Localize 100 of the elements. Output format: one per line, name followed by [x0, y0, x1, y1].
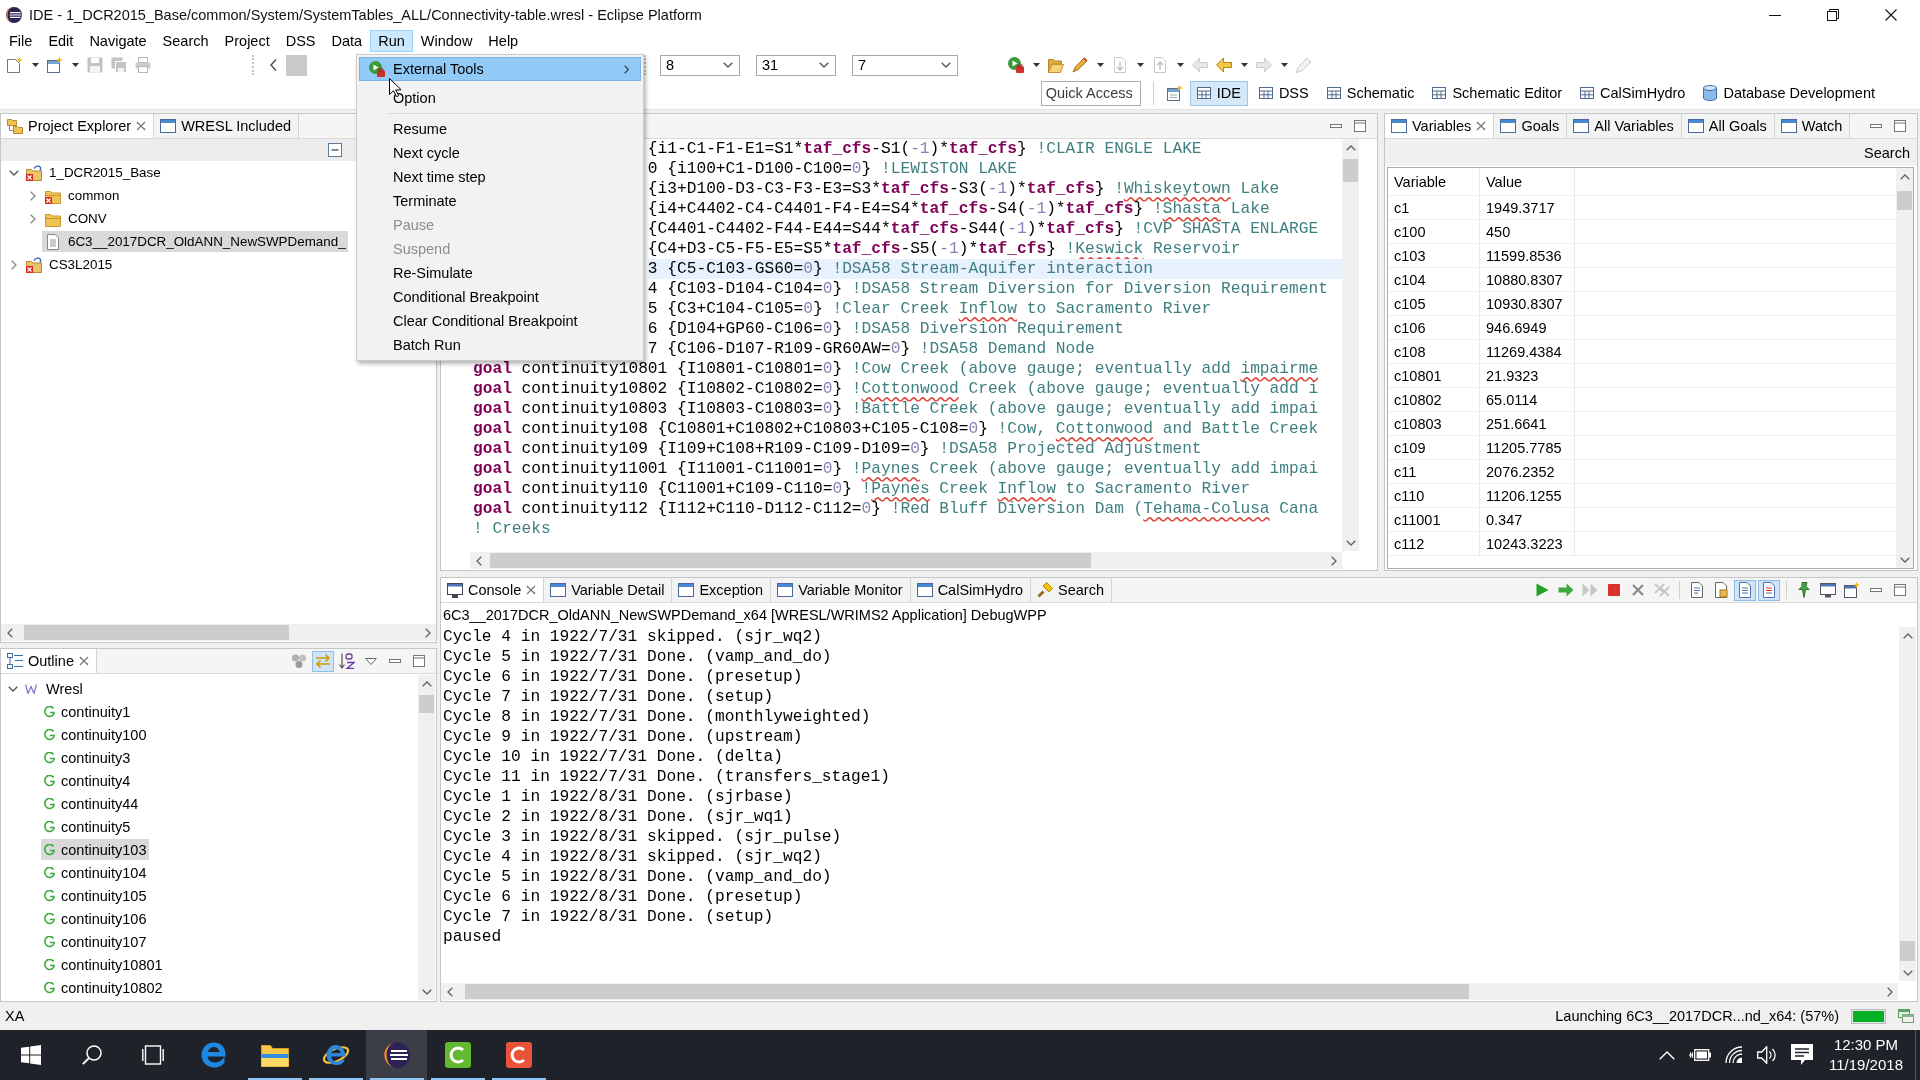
chevron-right-icon[interactable]: [1330, 555, 1337, 566]
tree-item[interactable]: continuity105: [41, 885, 150, 906]
message-icon[interactable]: [1791, 1044, 1814, 1066]
menu-item[interactable]: Data: [323, 30, 371, 52]
search-label[interactable]: Search: [1864, 144, 1910, 161]
tree-item[interactable]: CS3L2015: [23, 254, 115, 275]
wifi-icon[interactable]: [1725, 1046, 1744, 1064]
chevron-down-icon[interactable]: [8, 685, 18, 692]
scrollbar-thumb[interactable]: [24, 625, 290, 640]
scrollbar[interactable]: [1899, 627, 1916, 981]
close-icon[interactable]: [1476, 121, 1487, 131]
maximize-icon[interactable]: [1354, 120, 1366, 132]
menu-item[interactable]: Edit: [40, 30, 82, 52]
menu-item[interactable]: Window: [412, 30, 481, 52]
menu-item[interactable]: File: [1, 30, 41, 52]
chevron-right-icon[interactable]: [30, 190, 36, 201]
chevron-left-icon[interactable]: [475, 555, 482, 566]
perspective-button[interactable]: Schematic: [1319, 80, 1422, 106]
minimize-icon[interactable]: [1330, 124, 1342, 128]
menu-item[interactable]: Search: [154, 30, 217, 52]
scrollbar[interactable]: [470, 552, 1342, 569]
close-icon[interactable]: [78, 656, 89, 666]
scrollbar[interactable]: [1342, 139, 1359, 551]
stacked-windows-icon[interactable]: [1898, 1009, 1914, 1023]
menu-item[interactable]: Terminate: [359, 189, 641, 213]
left-arrow-icon[interactable]: [1216, 57, 1232, 73]
pencil-icon[interactable]: [1072, 57, 1088, 73]
chevron-down-icon[interactable]: [1345, 539, 1356, 546]
menu-item[interactable]: Resume: [359, 117, 641, 141]
clock-date[interactable]: 11/19/2018: [1829, 1055, 1903, 1075]
minimize-icon[interactable]: [1870, 124, 1882, 128]
new-window-icon[interactable]: [1166, 85, 1183, 101]
scrollbar-thumb[interactable]: [419, 694, 434, 713]
menu-item[interactable]: Help: [480, 30, 527, 52]
scrollbar[interactable]: [441, 983, 1898, 1000]
tree-item[interactable]: common: [42, 185, 122, 206]
menu-item[interactable]: Next cycle: [359, 141, 641, 165]
menu-item[interactable]: Navigate: [81, 30, 155, 52]
menu-item[interactable]: Option: [359, 86, 641, 110]
scrollbar[interactable]: [1, 624, 436, 641]
panel-tab[interactable]: Variables: [1385, 114, 1495, 138]
chevron-left-icon[interactable]: [269, 59, 277, 71]
tree-item[interactable]: Wresl: [22, 678, 86, 699]
battery-icon[interactable]: [1689, 1048, 1712, 1062]
chevron-right-icon[interactable]: [424, 627, 431, 638]
tree-item[interactable]: continuity1: [41, 701, 134, 722]
taskbar-button[interactable]: [366, 1030, 427, 1080]
tree-item[interactable]: continuity10802: [41, 977, 166, 998]
close-icon[interactable]: [136, 121, 147, 131]
menu-item[interactable]: Run: [370, 30, 413, 52]
perspective-button[interactable]: Schematic Editor: [1425, 80, 1570, 106]
dropdown[interactable]: 31: [756, 54, 836, 76]
panel-tab[interactable]: Project Explorer: [1, 114, 155, 138]
chevron-down-icon[interactable]: [1902, 969, 1913, 976]
caret-icon[interactable]: [1240, 63, 1248, 67]
menu-item[interactable]: Next time step: [359, 165, 641, 189]
minimize-icon[interactable]: [1870, 588, 1882, 592]
scrollbar-thumb[interactable]: [465, 984, 1470, 999]
maximize-icon[interactable]: [1894, 120, 1906, 132]
tree-item[interactable]: 6C3__2017DCR_OldANN_NewSWPDemand_: [42, 231, 348, 252]
chevron-down-icon[interactable]: [421, 988, 432, 995]
scrollbar[interactable]: [418, 675, 435, 1000]
tree-item[interactable]: continuity44: [41, 793, 142, 814]
perspective-button[interactable]: IDE: [1189, 80, 1248, 106]
caret-icon[interactable]: [31, 63, 39, 67]
tree-item[interactable]: continuity3: [41, 747, 134, 768]
menu-item[interactable]: External Tools: [359, 57, 641, 81]
scrollbar-thumb[interactable]: [1343, 158, 1358, 183]
panel-tab[interactable]: Outline: [1, 649, 97, 673]
folder-icon[interactable]: [1048, 57, 1064, 73]
quick-access-field[interactable]: Quick Access: [1040, 80, 1141, 106]
chevron-down-icon[interactable]: [9, 169, 19, 176]
tree-item[interactable]: continuity100: [41, 724, 150, 745]
caret-icon[interactable]: [1096, 63, 1104, 67]
chevron-right-icon[interactable]: [1886, 986, 1893, 997]
dropdown[interactable]: 7: [852, 54, 958, 76]
column-header[interactable]: Variable: [1388, 168, 1480, 195]
scrollbar[interactable]: [1896, 168, 1913, 568]
maximize-icon[interactable]: [413, 655, 425, 667]
perspective-button[interactable]: Database Development: [1696, 80, 1882, 106]
caret-icon[interactable]: [71, 63, 79, 67]
maximize-icon[interactable]: [1894, 584, 1906, 596]
caret-icon[interactable]: [1032, 63, 1040, 67]
dropdown[interactable]: 8: [660, 54, 740, 76]
view-menu-icon[interactable]: [365, 657, 377, 665]
column-header[interactable]: Value: [1480, 168, 1575, 195]
scrollbar-thumb[interactable]: [1897, 191, 1912, 211]
tree-item[interactable]: 1_DCR2015_Base: [23, 162, 163, 183]
menu-item[interactable]: Clear Conditional Breakpoint: [359, 309, 641, 333]
menu-item[interactable]: DSS: [277, 30, 324, 52]
tree-item[interactable]: continuity5: [41, 816, 134, 837]
new-file-icon[interactable]: [7, 57, 23, 73]
new-window-icon[interactable]: [47, 57, 63, 73]
scrollbar-thumb[interactable]: [1900, 940, 1915, 961]
perspective-button[interactable]: DSS: [1251, 80, 1316, 106]
tree-item[interactable]: continuity107: [41, 931, 150, 952]
chevron-down-icon[interactable]: [1899, 556, 1910, 563]
close-icon[interactable]: [526, 585, 537, 595]
menu-item[interactable]: Conditional Breakpoint: [359, 285, 641, 309]
minimize-icon[interactable]: [389, 659, 401, 663]
